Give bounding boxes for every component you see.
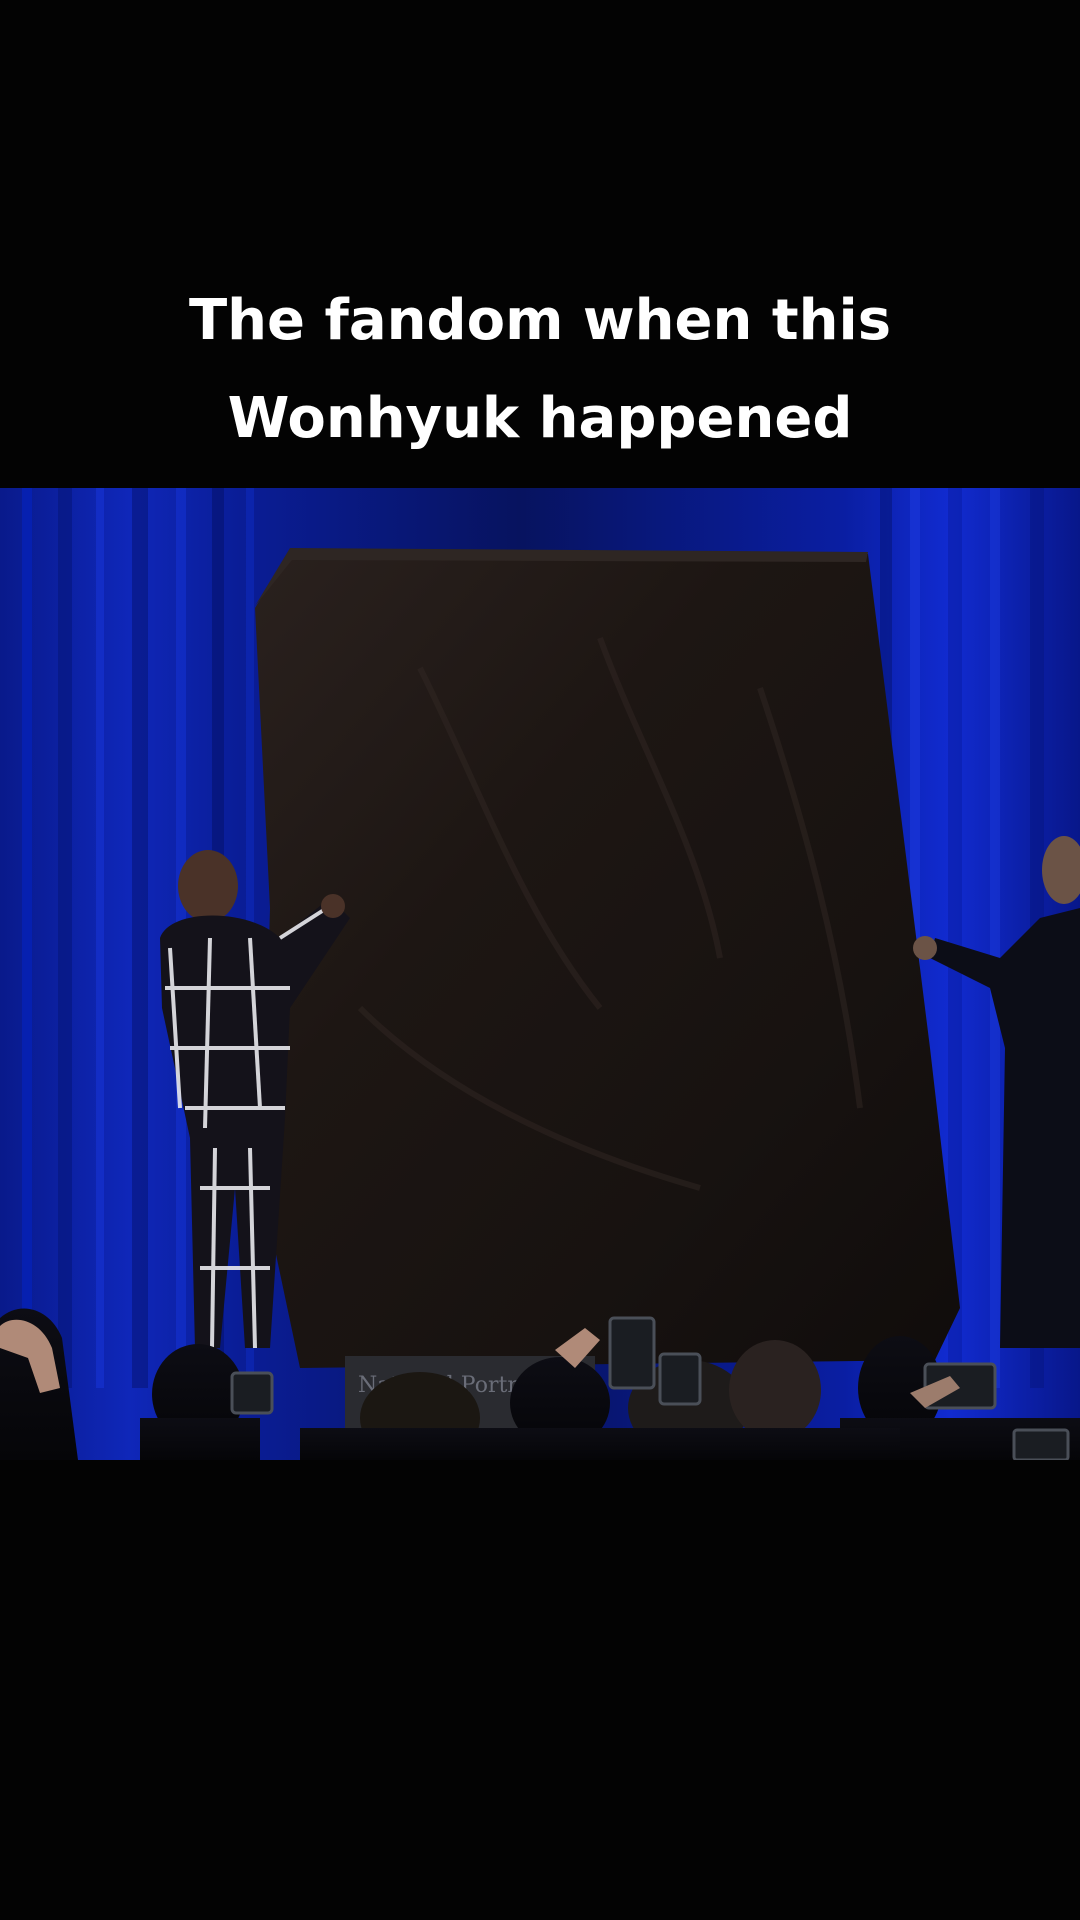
caption-background: The fandom when this Wonhyuk happened — [0, 0, 1080, 488]
bottom-letterbox — [0, 1460, 1080, 1920]
video-scene: National Portr — [0, 488, 1080, 1460]
portrait-drape — [255, 550, 960, 1368]
caption-line-2: Wonhyuk happened — [227, 386, 853, 451]
caption-line-1: The fandom when this — [188, 288, 892, 353]
video-frame[interactable]: National Portr — [0, 488, 1080, 1460]
video-caption: The fandom when this Wonhyuk happened — [0, 272, 1080, 468]
